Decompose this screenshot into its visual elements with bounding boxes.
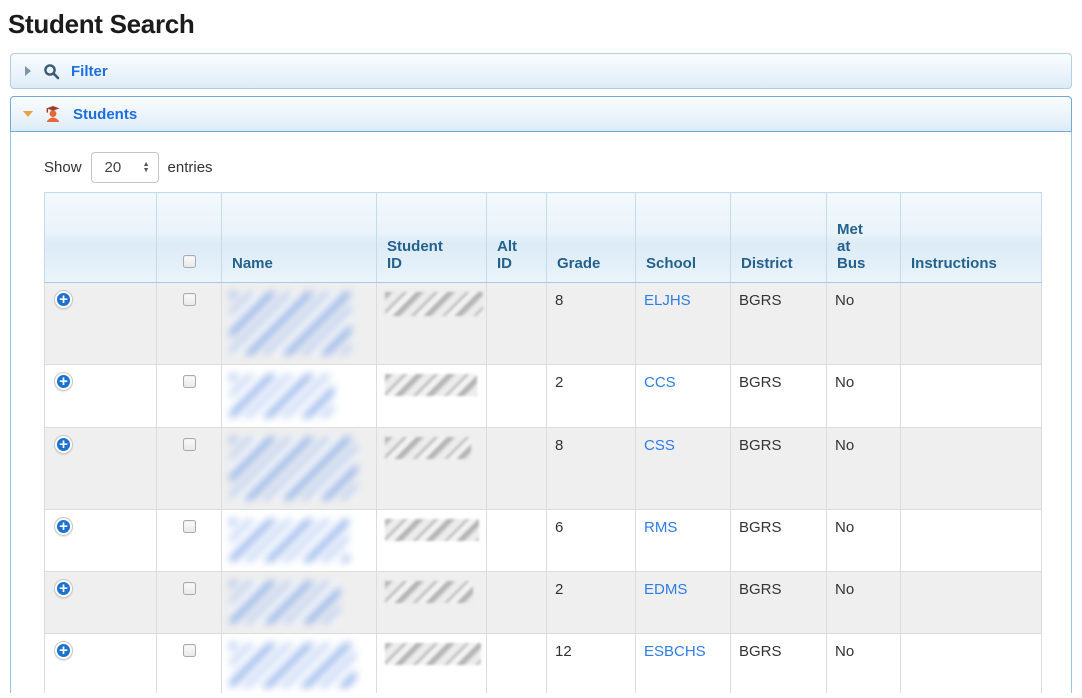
entries-label: entries: [168, 159, 213, 176]
met-at-bus-cell: No: [827, 283, 901, 365]
show-entries-control: Show 20 entries: [44, 152, 1071, 183]
expand-row-button[interactable]: [55, 642, 72, 659]
redacted-name: [230, 581, 340, 624]
school-link[interactable]: ELJHS: [644, 292, 691, 309]
grade-cell: 8: [547, 283, 636, 365]
redacted-name: [230, 519, 349, 562]
table-row: 8 CSS BGRS No: [45, 428, 1042, 510]
filter-panel-label: Filter: [71, 63, 108, 80]
row-checkbox[interactable]: [183, 293, 196, 306]
instructions-cell: [901, 283, 1042, 365]
instructions-cell: [901, 428, 1042, 510]
grade-cell: 12: [547, 634, 636, 694]
table-row: 12 ESBCHS BGRS No: [45, 634, 1042, 694]
student-icon: [44, 105, 62, 123]
col-header-alt-id[interactable]: Alt ID: [487, 193, 547, 283]
expand-row-button[interactable]: [55, 373, 72, 390]
school-link[interactable]: RMS: [644, 519, 677, 536]
table-row: 6 RMS BGRS No: [45, 510, 1042, 572]
school-link[interactable]: CCS: [644, 374, 676, 391]
page-size-select[interactable]: 20: [91, 152, 159, 183]
col-header-name[interactable]: Name: [222, 193, 377, 283]
redacted-name: [230, 292, 351, 355]
school-link[interactable]: CSS: [644, 437, 675, 454]
table-row: 2 EDMS BGRS No: [45, 572, 1042, 634]
col-header-instructions[interactable]: Instructions: [901, 193, 1042, 283]
show-label: Show: [44, 159, 82, 176]
alt-id-cell: [487, 283, 547, 365]
col-header-grade[interactable]: Grade: [547, 193, 636, 283]
row-checkbox[interactable]: [183, 644, 196, 657]
grade-cell: 2: [547, 572, 636, 634]
redacted-name: [230, 643, 356, 688]
table-row: 8 ELJHS BGRS No: [45, 283, 1042, 365]
district-cell: BGRS: [731, 634, 827, 694]
alt-id-cell: [487, 365, 547, 428]
filter-panel-header[interactable]: Filter: [10, 53, 1072, 89]
redacted-student-id: [385, 292, 483, 316]
instructions-cell: [901, 634, 1042, 694]
district-cell: BGRS: [731, 428, 827, 510]
col-header-student-id[interactable]: Student ID: [377, 193, 487, 283]
search-icon: [42, 62, 60, 80]
students-table: Name Student ID Alt ID Grade School Dist…: [44, 192, 1042, 693]
redacted-name: [230, 374, 334, 418]
school-link[interactable]: EDMS: [644, 581, 687, 598]
students-panel-header[interactable]: Students: [10, 96, 1072, 132]
expand-row-button[interactable]: [55, 518, 72, 535]
col-header-select-all: [157, 193, 222, 283]
alt-id-cell: [487, 510, 547, 572]
grade-cell: 8: [547, 428, 636, 510]
page-size-select-wrap: 20: [91, 152, 159, 183]
met-at-bus-cell: No: [827, 428, 901, 510]
redacted-student-id: [385, 643, 481, 665]
row-checkbox[interactable]: [183, 438, 196, 451]
students-panel: Students Show 20 entries: [10, 96, 1072, 693]
col-header-expand: [45, 193, 157, 283]
alt-id-cell: [487, 572, 547, 634]
row-checkbox[interactable]: [183, 582, 196, 595]
district-cell: BGRS: [731, 572, 827, 634]
district-cell: BGRS: [731, 365, 827, 428]
row-checkbox[interactable]: [183, 520, 196, 533]
redacted-student-id: [385, 437, 471, 459]
district-cell: BGRS: [731, 510, 827, 572]
grade-cell: 2: [547, 365, 636, 428]
students-panel-label: Students: [73, 106, 137, 123]
instructions-cell: [901, 572, 1042, 634]
alt-id-cell: [487, 428, 547, 510]
redacted-student-id: [385, 519, 479, 541]
expand-row-button[interactable]: [55, 291, 72, 308]
redacted-student-id: [385, 374, 477, 396]
instructions-cell: [901, 365, 1042, 428]
school-link[interactable]: ESBCHS: [644, 643, 706, 660]
caret-down-icon: [23, 111, 33, 117]
col-header-district[interactable]: District: [731, 193, 827, 283]
met-at-bus-cell: No: [827, 572, 901, 634]
filter-panel: Filter: [10, 53, 1072, 89]
expand-row-button[interactable]: [55, 580, 72, 597]
table-header-row: Name Student ID Alt ID Grade School Dist…: [45, 193, 1042, 283]
met-at-bus-cell: No: [827, 365, 901, 428]
page-title: Student Search: [8, 9, 1082, 40]
met-at-bus-cell: No: [827, 634, 901, 694]
row-checkbox[interactable]: [183, 375, 196, 388]
grade-cell: 6: [547, 510, 636, 572]
alt-id-cell: [487, 634, 547, 694]
table-row: 2 CCS BGRS No: [45, 365, 1042, 428]
redacted-name: [230, 437, 357, 500]
redacted-student-id: [385, 581, 473, 603]
caret-right-icon: [25, 66, 31, 76]
expand-row-button[interactable]: [55, 436, 72, 453]
select-all-checkbox[interactable]: [183, 255, 196, 268]
col-header-school[interactable]: School: [636, 193, 731, 283]
instructions-cell: [901, 510, 1042, 572]
district-cell: BGRS: [731, 283, 827, 365]
met-at-bus-cell: No: [827, 510, 901, 572]
col-header-met-at-bus[interactable]: Met at Bus: [827, 193, 901, 283]
students-panel-body: Show 20 entries: [10, 132, 1072, 693]
